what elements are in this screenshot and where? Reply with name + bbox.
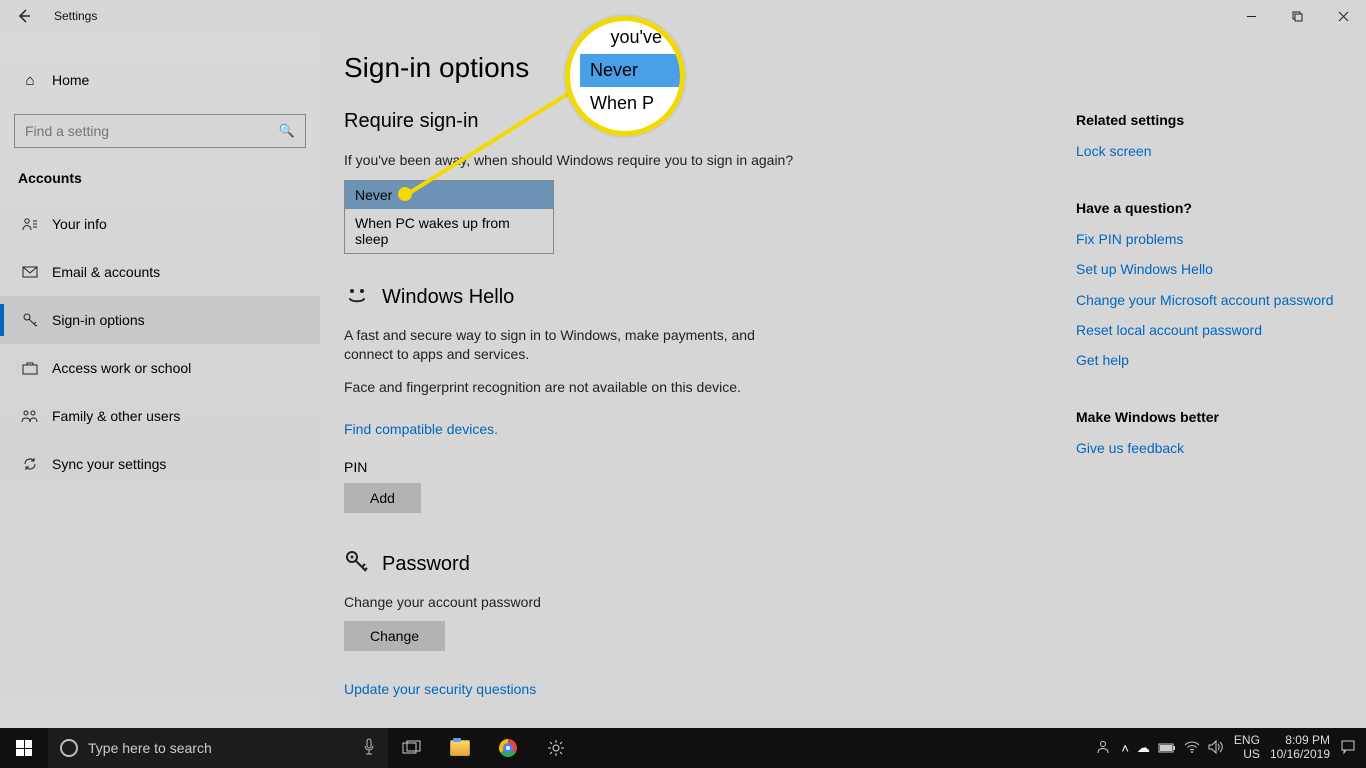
- back-button[interactable]: [0, 0, 48, 32]
- dropdown-option-never[interactable]: Never: [345, 181, 553, 209]
- taskbar-explorer[interactable]: [436, 728, 484, 768]
- sidebar-home-label: Home: [52, 72, 89, 88]
- change-ms-password-link[interactable]: Change your Microsoft account password: [1076, 291, 1336, 309]
- related-settings-header: Related settings: [1076, 112, 1336, 128]
- taskbar: Type here to search ˄ ☁ ENG: [0, 728, 1366, 768]
- hello-face-icon: [344, 282, 370, 314]
- taskbar-search[interactable]: Type here to search: [48, 728, 388, 768]
- back-arrow-icon: [16, 8, 32, 24]
- sidebar-item-label: Sign-in options: [52, 312, 145, 328]
- task-view-button[interactable]: [388, 728, 436, 768]
- password-header: Password: [382, 553, 470, 576]
- cortana-icon: [60, 739, 78, 757]
- maximize-button[interactable]: [1274, 0, 1320, 32]
- hello-desc-2: Face and fingerprint recognition are not…: [344, 378, 764, 397]
- gear-icon: [547, 739, 565, 757]
- sidebar: ⌂ Home 🔍 Accounts Your info Email & acco…: [0, 32, 320, 728]
- key-icon: [18, 312, 42, 328]
- hello-desc-1: A fast and secure way to sign in to Wind…: [344, 326, 764, 364]
- clock[interactable]: 8:09 PM 10/16/2019: [1270, 734, 1330, 762]
- sidebar-search[interactable]: 🔍: [14, 114, 306, 148]
- sync-icon: [18, 456, 42, 472]
- mic-icon[interactable]: [362, 738, 376, 759]
- password-desc: Change your account password: [344, 593, 1042, 612]
- sidebar-item-label: Your info: [52, 216, 107, 232]
- system-tray[interactable]: ˄ ☁: [1121, 740, 1224, 757]
- sidebar-home[interactable]: ⌂ Home: [0, 60, 320, 100]
- require-signin-dropdown[interactable]: Never When PC wakes up from sleep: [344, 180, 554, 254]
- main-content: Sign-in options Require sign-in If you'v…: [320, 32, 1066, 728]
- briefcase-icon: [18, 361, 42, 375]
- window-title: Settings: [54, 9, 97, 23]
- mail-icon: [18, 266, 42, 278]
- home-icon: ⌂: [18, 72, 42, 89]
- close-button[interactable]: [1320, 0, 1366, 32]
- settings-window: Settings ⌂ Home 🔍 Accounts Your info: [0, 0, 1366, 728]
- pin-label: PIN: [344, 459, 1042, 475]
- wifi-icon[interactable]: [1184, 741, 1200, 756]
- fix-pin-link[interactable]: Fix PIN problems: [1076, 230, 1336, 248]
- titlebar: Settings: [0, 0, 1366, 32]
- tray-chevron-icon[interactable]: ˄: [1121, 741, 1129, 756]
- feedback-link[interactable]: Give us feedback: [1076, 439, 1336, 457]
- password-key-icon: [344, 549, 370, 581]
- sidebar-item-family[interactable]: Family & other users: [0, 392, 320, 440]
- people-tray-icon[interactable]: [1095, 739, 1111, 758]
- get-help-link[interactable]: Get help: [1076, 351, 1336, 369]
- reset-local-password-link[interactable]: Reset local account password: [1076, 321, 1336, 339]
- sidebar-item-signin[interactable]: Sign-in options: [0, 296, 320, 344]
- windows-logo-icon: [16, 740, 32, 756]
- file-explorer-icon: [450, 740, 470, 756]
- require-signin-desc: If you've been away, when should Windows…: [344, 151, 1042, 170]
- person-icon: [18, 217, 42, 231]
- sidebar-item-label: Access work or school: [52, 360, 191, 376]
- onedrive-icon[interactable]: ☁: [1137, 740, 1150, 756]
- sidebar-item-label: Email & accounts: [52, 264, 160, 280]
- update-security-questions-link[interactable]: Update your security questions: [344, 681, 536, 697]
- minimize-button[interactable]: [1228, 0, 1274, 32]
- make-better-header: Make Windows better: [1076, 409, 1336, 425]
- require-signin-header: Require sign-in: [344, 110, 1042, 133]
- right-column: Related settings Lock screen Have a ques…: [1066, 32, 1366, 728]
- sidebar-item-label: Sync your settings: [52, 456, 166, 472]
- chrome-icon: [499, 739, 517, 757]
- action-center-icon[interactable]: [1340, 739, 1356, 758]
- sidebar-item-email[interactable]: Email & accounts: [0, 248, 320, 296]
- taskbar-search-placeholder: Type here to search: [88, 740, 212, 756]
- sidebar-item-your-info[interactable]: Your info: [0, 200, 320, 248]
- hello-header: Windows Hello: [382, 286, 514, 309]
- volume-icon[interactable]: [1208, 740, 1224, 757]
- password-change-button[interactable]: Change: [344, 621, 445, 651]
- sidebar-item-sync[interactable]: Sync your settings: [0, 440, 320, 488]
- battery-icon[interactable]: [1158, 741, 1176, 756]
- lock-screen-link[interactable]: Lock screen: [1076, 142, 1336, 160]
- taskbar-settings[interactable]: [532, 728, 580, 768]
- sidebar-group-header: Accounts: [0, 170, 320, 200]
- language-indicator[interactable]: ENG US: [1234, 734, 1260, 762]
- dropdown-option-when-wakes[interactable]: When PC wakes up from sleep: [345, 209, 553, 253]
- setup-hello-link[interactable]: Set up Windows Hello: [1076, 260, 1336, 278]
- sidebar-item-label: Family & other users: [52, 408, 180, 424]
- sidebar-item-work[interactable]: Access work or school: [0, 344, 320, 392]
- search-input[interactable]: [25, 123, 279, 139]
- taskbar-chrome[interactable]: [484, 728, 532, 768]
- start-button[interactable]: [0, 728, 48, 768]
- pin-add-button[interactable]: Add: [344, 483, 421, 513]
- question-header: Have a question?: [1076, 200, 1336, 216]
- find-devices-link[interactable]: Find compatible devices.: [344, 421, 498, 437]
- page-title: Sign-in options: [344, 52, 1042, 84]
- people-icon: [18, 409, 42, 423]
- search-icon: 🔍: [279, 123, 295, 139]
